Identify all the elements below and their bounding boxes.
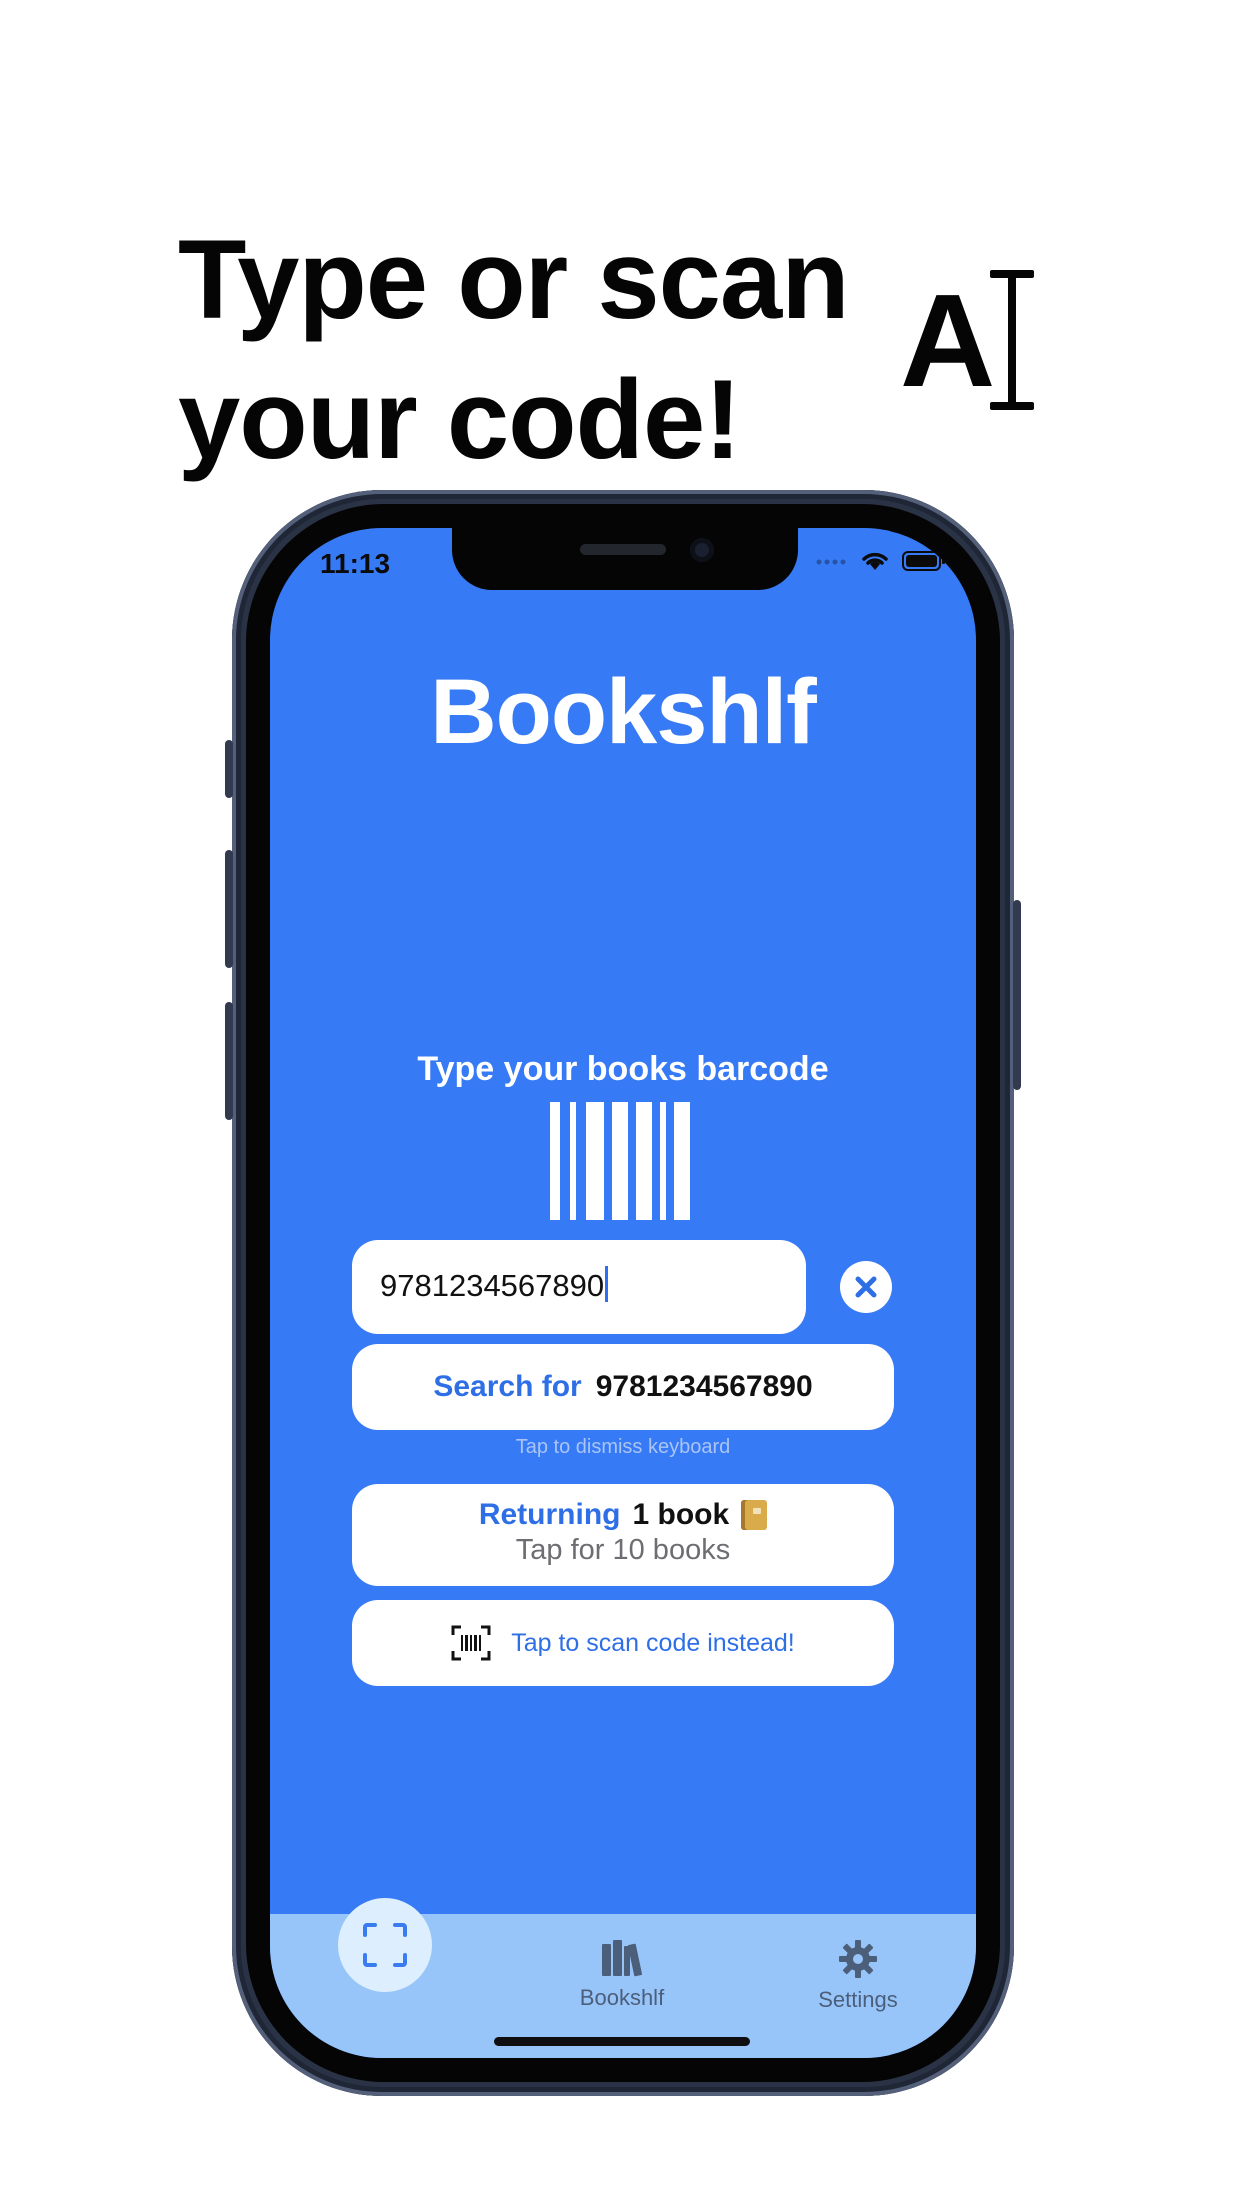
dismiss-keyboard-hint[interactable]: Tap to dismiss keyboard	[270, 1436, 976, 1459]
tab-bar: Bookshlf Settings	[270, 1898, 976, 2058]
wifi-icon	[862, 552, 888, 570]
headline-line-2: your code!	[178, 357, 742, 482]
search-query: 9781234567890	[595, 1370, 813, 1403]
cellular-signal-icon	[816, 559, 846, 565]
status-time: 11:13	[320, 548, 391, 579]
phone-volume-down	[225, 1002, 233, 1120]
app-title: Bookshlf	[430, 661, 817, 763]
clear-input-button[interactable]	[840, 1261, 892, 1313]
status-icons	[816, 550, 946, 572]
headline-line-1: Type or scan	[178, 217, 850, 342]
svg-text:A: A	[900, 268, 995, 414]
returning-subtitle: Tap for 10 books	[515, 1534, 731, 1566]
tab-scan[interactable]	[338, 1898, 432, 1992]
search-button[interactable]: Search for 9781234567890	[352, 1344, 894, 1430]
tab-settings-label: Settings	[818, 1987, 898, 2012]
book-icon	[741, 1500, 768, 1530]
barcode-icon	[550, 1102, 690, 1220]
app-screen: 11:13 Bookshlf Type your books barcode 9…	[270, 528, 976, 2058]
speaker-grille	[580, 544, 666, 555]
search-button-label: Search for	[433, 1370, 582, 1403]
phone-silent-switch	[225, 740, 233, 798]
barcode-prompt: Type your books barcode	[417, 1050, 829, 1088]
scan-frame-icon	[363, 1923, 407, 1967]
app-store-screenshot: Type or scan your code! A 11:13 Bookshlf…	[0, 0, 1242, 2208]
phone-power-button	[1013, 900, 1021, 1090]
scan-code-button[interactable]: Tap to scan code instead!	[352, 1600, 894, 1686]
gear-icon	[839, 1940, 877, 1978]
phone-notch	[452, 528, 798, 590]
text-input-icon: A	[900, 268, 1034, 414]
marketing-headline: Type or scan your code!	[178, 210, 898, 490]
barcode-scan-icon	[451, 1625, 491, 1661]
returning-label: Returning	[478, 1498, 621, 1531]
phone-frame: 11:13 Bookshlf Type your books barcode 9…	[225, 490, 1021, 2096]
close-icon	[855, 1276, 877, 1298]
phone-volume-up	[225, 850, 233, 968]
front-camera	[690, 538, 714, 562]
books-icon	[602, 1940, 643, 1977]
tab-bookshlf-label: Bookshlf	[579, 1985, 665, 2010]
barcode-input[interactable]: 9781234567890	[352, 1240, 806, 1334]
barcode-input-value: 9781234567890	[380, 1266, 609, 1304]
tab-bookshlf[interactable]: Bookshlf	[542, 1938, 702, 2011]
text-caret	[605, 1266, 609, 1302]
home-indicator[interactable]	[494, 2037, 750, 2046]
tab-settings[interactable]: Settings	[778, 1938, 938, 2013]
scan-code-label: Tap to scan code instead!	[511, 1628, 795, 1657]
returning-books-button[interactable]: Returning 1 book Tap for 10 books	[352, 1484, 894, 1586]
returning-count: 1 book	[632, 1498, 730, 1531]
battery-icon	[902, 551, 945, 571]
